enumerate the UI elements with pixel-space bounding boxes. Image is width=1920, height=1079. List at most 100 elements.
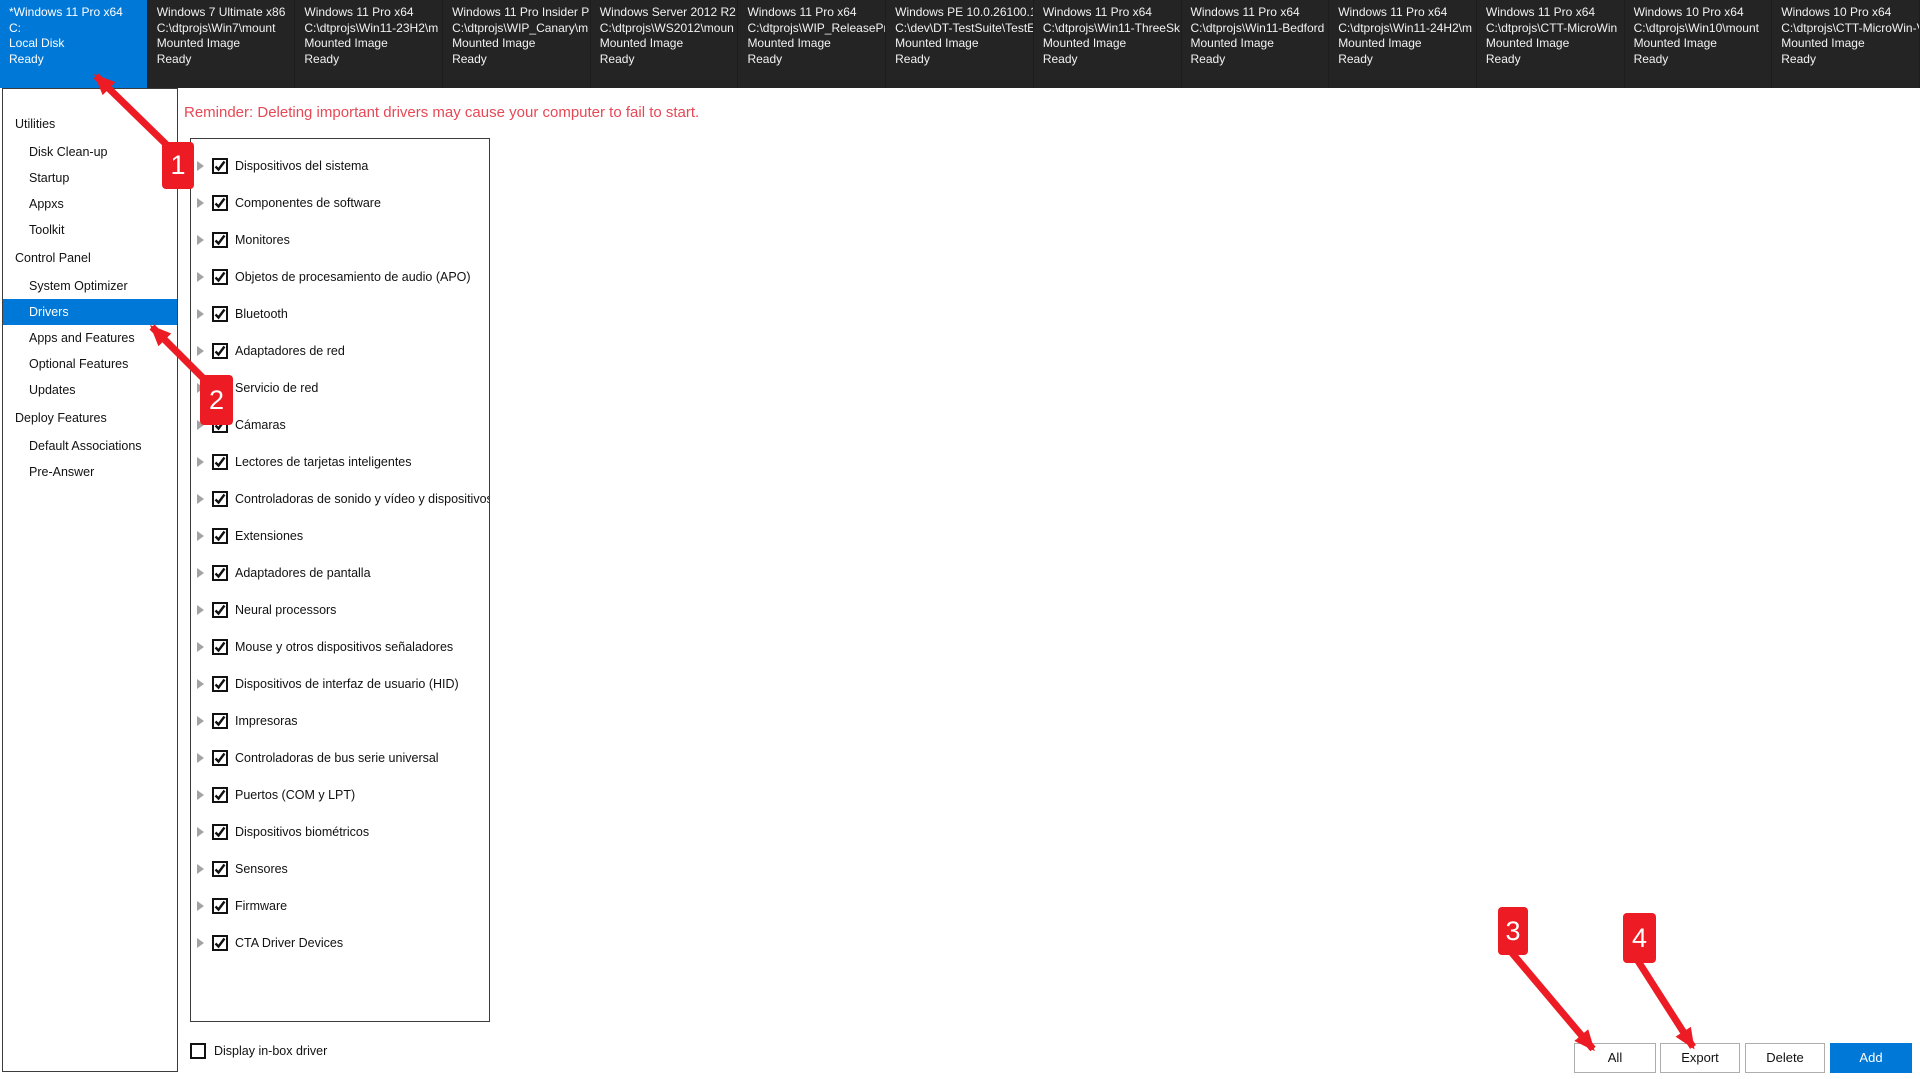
driver-category-row[interactable]: Objetos de procesamiento de audio (APO) [191,258,489,295]
export-button[interactable]: Export [1660,1043,1740,1073]
expand-arrow-icon[interactable] [197,864,204,874]
driver-category-row[interactable]: Puertos (COM y LPT) [191,776,489,813]
tab-title: Windows 10 Pro x64 [1781,5,1919,21]
driver-category-row[interactable]: Bluetooth [191,295,489,332]
driver-category-row[interactable]: Dispositivos biométricos [191,813,489,850]
expand-arrow-icon[interactable] [197,716,204,726]
tab-kind: Mounted Image [1338,36,1476,52]
expand-arrow-icon[interactable] [197,938,204,948]
category-checkbox[interactable] [212,343,228,359]
sidebar-item-appxs[interactable]: Appxs [3,191,177,217]
category-checkbox[interactable] [212,306,228,322]
expand-arrow-icon[interactable] [197,198,204,208]
image-tab[interactable]: Windows 11 Pro x64 C:\dtprojs\Win11-Bedf… [1182,0,1330,88]
tab-title: Windows 11 Pro x64 [747,5,885,21]
sidebar-item-startup[interactable]: Startup [3,165,177,191]
image-tab[interactable]: Windows 11 Pro x64 C:\dtprojs\Win11-Thre… [1034,0,1182,88]
sidebar-item-updates[interactable]: Updates [3,377,177,403]
driver-category-row[interactable]: Extensiones [191,517,489,554]
image-tab[interactable]: Windows 11 Pro Insider Pr C:\dtprojs\WIP… [443,0,591,88]
driver-category-row[interactable]: Servicio de red [191,369,489,406]
driver-category-row[interactable]: Controladoras de sonido y vídeo y dispos… [191,480,489,517]
driver-category-row[interactable]: Dispositivos del sistema [191,147,489,184]
category-checkbox[interactable] [212,898,228,914]
driver-category-row[interactable]: Monitores [191,221,489,258]
image-tab[interactable]: Windows 10 Pro x64 C:\dtprojs\CTT-MicroW… [1772,0,1920,88]
expand-arrow-icon[interactable] [197,642,204,652]
expand-arrow-icon[interactable] [197,272,204,282]
image-tab[interactable]: Windows 11 Pro x64 C:\dtprojs\Win11-24H2… [1329,0,1477,88]
expand-arrow-icon[interactable] [197,790,204,800]
driver-category-row[interactable]: Cámaras [191,406,489,443]
sidebar-item-drivers[interactable]: Drivers [3,299,177,325]
tab-title: Windows Server 2012 R2 D [600,5,738,21]
driver-category-row[interactable]: Firmware [191,887,489,924]
expand-arrow-icon[interactable] [197,161,204,171]
expand-arrow-icon[interactable] [197,827,204,837]
driver-category-row[interactable]: Dispositivos de interfaz de usuario (HID… [191,665,489,702]
check-icon [214,530,226,542]
expand-arrow-icon[interactable] [197,605,204,615]
image-tab[interactable]: *Windows 11 Pro x64 C: Local Disk Ready [0,0,148,88]
sidebar-item-disk-clean-up[interactable]: Disk Clean-up [3,139,177,165]
tab-status: Ready [895,52,1033,68]
category-checkbox[interactable] [212,454,228,470]
image-tab[interactable]: Windows 11 Pro x64 C:\dtprojs\Win11-23H2… [295,0,443,88]
driver-category-row[interactable]: Sensores [191,850,489,887]
sidebar-item-toolkit[interactable]: Toolkit [3,217,177,243]
tab-path: C:\dtprojs\Win11-Bedford [1191,21,1329,37]
category-checkbox[interactable] [212,787,228,803]
category-checkbox[interactable] [212,491,228,507]
driver-category-row[interactable]: Mouse y otros dispositivos señaladores [191,628,489,665]
sidebar-item-pre-answer[interactable]: Pre-Answer [3,459,177,485]
display-inbox-driver-checkbox[interactable] [190,1043,206,1059]
category-checkbox[interactable] [212,158,228,174]
expand-arrow-icon[interactable] [197,309,204,319]
image-tab[interactable]: Windows 11 Pro x64 C:\dtprojs\WIP_Releas… [738,0,886,88]
driver-category-row[interactable]: Componentes de software [191,184,489,221]
expand-arrow-icon[interactable] [197,679,204,689]
image-tab[interactable]: Windows 7 Ultimate x86 C:\dtprojs\Win7\m… [148,0,296,88]
expand-arrow-icon[interactable] [197,494,204,504]
driver-category-row[interactable]: Impresoras [191,702,489,739]
driver-category-row[interactable]: Lectores de tarjetas inteligentes [191,443,489,480]
expand-arrow-icon[interactable] [197,235,204,245]
expand-arrow-icon[interactable] [197,901,204,911]
sidebar-item-system-optimizer[interactable]: System Optimizer [3,273,177,299]
sidebar-item-default-associations[interactable]: Default Associations [3,433,177,459]
category-checkbox[interactable] [212,269,228,285]
category-checkbox[interactable] [212,861,228,877]
expand-arrow-icon[interactable] [197,457,204,467]
image-tab[interactable]: Windows 10 Pro x64 C:\dtprojs\Win10\moun… [1625,0,1773,88]
image-tab[interactable]: Windows 11 Pro x64 C:\dtprojs\CTT-MicroW… [1477,0,1625,88]
category-checkbox[interactable] [212,602,228,618]
sidebar-item-apps-and-features[interactable]: Apps and Features [3,325,177,351]
image-tab[interactable]: Windows Server 2012 R2 D C:\dtprojs\WS20… [591,0,739,88]
driver-category-row[interactable]: Neural processors [191,591,489,628]
expand-arrow-icon[interactable] [197,531,204,541]
image-tab[interactable]: Windows PE 10.0.26100.1 x C:\dev\DT-Test… [886,0,1034,88]
driver-category-row[interactable]: Adaptadores de red [191,332,489,369]
driver-category-row[interactable]: CTA Driver Devices [191,924,489,961]
tab-kind: Mounted Image [895,36,1033,52]
category-checkbox[interactable] [212,232,228,248]
sidebar-item-optional-features[interactable]: Optional Features [3,351,177,377]
all-button[interactable]: All [1574,1043,1656,1073]
category-checkbox[interactable] [212,935,228,951]
category-checkbox[interactable] [212,639,228,655]
category-checkbox[interactable] [212,713,228,729]
expand-arrow-icon[interactable] [197,346,204,356]
category-checkbox[interactable] [212,824,228,840]
category-checkbox[interactable] [212,528,228,544]
driver-category-row[interactable]: Adaptadores de pantalla [191,554,489,591]
category-checkbox[interactable] [212,750,228,766]
category-checkbox[interactable] [212,195,228,211]
expand-arrow-icon[interactable] [197,568,204,578]
category-checkbox[interactable] [212,565,228,581]
delete-button[interactable]: Delete [1745,1043,1825,1073]
expand-arrow-icon[interactable] [197,753,204,763]
driver-category-row[interactable]: Controladoras de bus serie universal [191,739,489,776]
add-button[interactable]: Add [1830,1043,1912,1073]
category-checkbox[interactable] [212,676,228,692]
annotation-step-3: 3 [1498,907,1528,955]
